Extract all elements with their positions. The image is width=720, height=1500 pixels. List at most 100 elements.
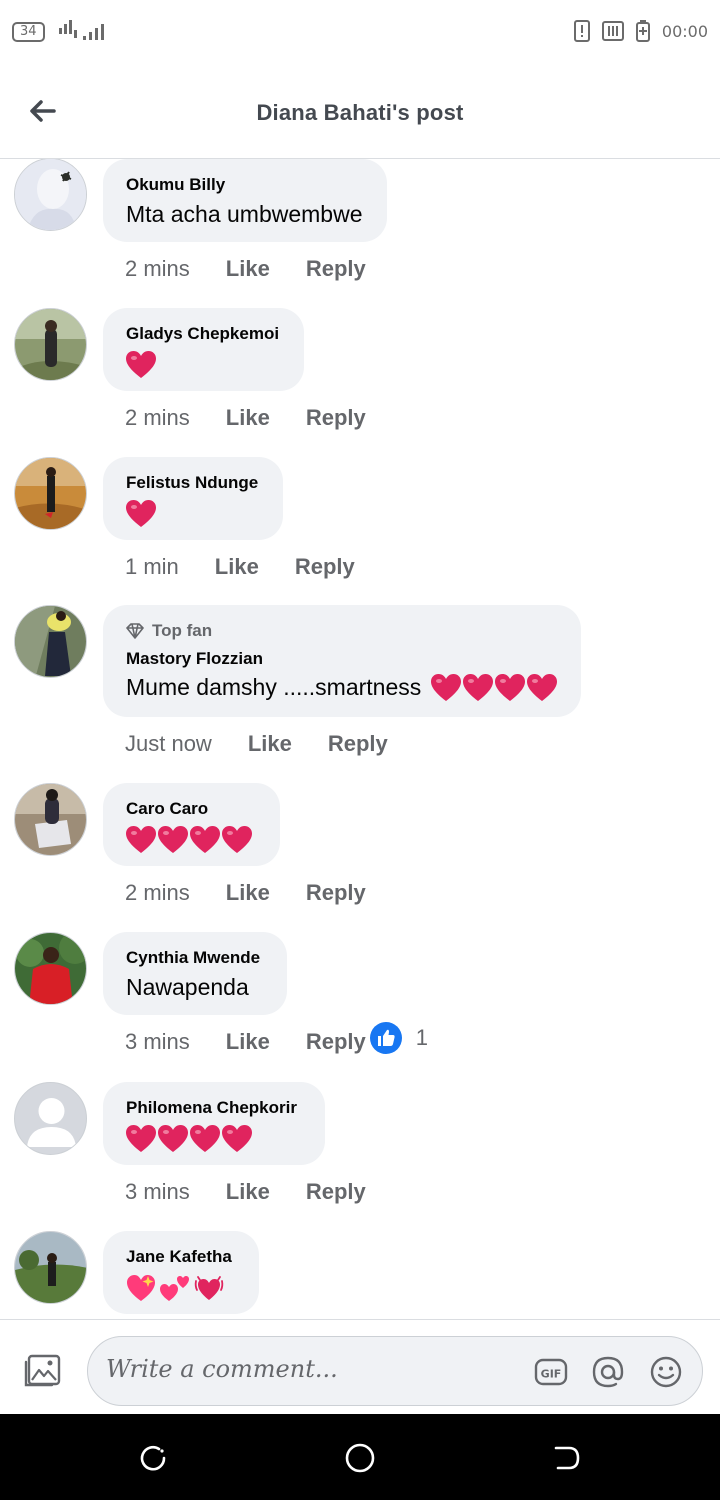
two-hearts-icon (160, 1276, 189, 1301)
heart-emojis (126, 350, 280, 380)
sparkling-heart-icon (127, 1275, 155, 1301)
comment-author[interactable]: Philomena Chepkorir (126, 1098, 301, 1118)
like-reaction-icon (369, 1022, 402, 1054)
comment-text: Mta acha umbwembwe (126, 201, 363, 227)
comment-actions: Just now Like Reply (125, 731, 424, 757)
recent-apps-icon[interactable] (137, 1442, 169, 1474)
red-heart-icon (126, 1125, 156, 1152)
like-button[interactable]: Like (226, 1179, 270, 1205)
reply-button[interactable]: Reply (306, 405, 366, 431)
avatar[interactable] (14, 1231, 87, 1304)
comment-input[interactable]: Write a comment... GIF (87, 1336, 703, 1406)
like-button[interactable]: Like (248, 731, 292, 757)
emoji-row (126, 1273, 235, 1303)
comment-time[interactable]: 1 min (125, 554, 179, 580)
red-heart-icon (431, 674, 462, 701)
comment-bubble[interactable]: Philomena Chepkorir (103, 1082, 325, 1165)
status-right: 00:00 (573, 20, 708, 42)
comment-bubble[interactable]: Cynthia Mwende Nawapenda (103, 932, 287, 1015)
comment-actions: 2 mins Like Reply (125, 256, 402, 282)
avatar[interactable] (14, 932, 87, 1005)
comment-time[interactable]: 3 mins (125, 1179, 190, 1205)
red-heart-icon (126, 351, 156, 378)
like-button[interactable]: Like (226, 256, 270, 282)
red-heart-icon (126, 500, 156, 527)
status-bar: 34 00:00 (0, 0, 720, 64)
reply-button[interactable]: Reply (328, 731, 388, 757)
red-heart-icon (222, 1125, 252, 1152)
comment-actions: 2 mins Like Reply (125, 405, 402, 431)
reply-button[interactable]: Reply (306, 1179, 366, 1205)
comment-placeholder: Write a comment... (106, 1355, 338, 1383)
alert-icon (573, 20, 590, 42)
comment-actions: 1 min Like Reply (125, 554, 391, 580)
system-nav-bar (0, 1414, 720, 1500)
comment-text: Mume damshy .....smartness (126, 674, 422, 700)
comment-author[interactable]: Cynthia Mwende (126, 948, 263, 968)
comment-author[interactable]: Jane Kafetha (126, 1247, 235, 1267)
comment-author[interactable]: Mastory Flozzian (126, 649, 557, 669)
reaction-count: 1 (415, 1025, 428, 1050)
reaction-summary[interactable]: 1 (369, 1022, 428, 1054)
comment-author[interactable]: Felistus Ndunge (126, 473, 259, 493)
beating-heart-icon (194, 1276, 224, 1300)
clock: 00:00 (661, 21, 708, 41)
post-header: Diana Bahati's post (0, 64, 720, 159)
comment-bubble[interactable]: Caro Caro (103, 783, 280, 866)
emoji-icon[interactable] (649, 1355, 683, 1389)
like-button[interactable]: Like (226, 405, 270, 431)
comment-bubble[interactable]: Okumu Billy Mta acha umbwembwe (103, 159, 387, 242)
heart-emojis (126, 825, 256, 855)
photo-icon[interactable] (24, 1354, 62, 1388)
top-fan-badge: Top fan (126, 621, 557, 641)
reply-button[interactable]: Reply (306, 256, 366, 282)
reply-button[interactable]: Reply (306, 880, 366, 906)
comment-author[interactable]: Gladys Chepkemoi (126, 324, 280, 344)
mention-icon[interactable] (591, 1355, 625, 1389)
comment-time[interactable]: 3 mins (125, 1029, 190, 1055)
comment-actions: 2 mins Like Reply (125, 880, 402, 906)
comment-bubble[interactable]: Felistus Ndunge (103, 457, 283, 540)
red-heart-icon (126, 826, 156, 853)
comment-list[interactable]: Okumu Billy Mta acha umbwembwe 2 mins Li… (0, 159, 720, 1319)
status-left: 34 (12, 20, 115, 44)
red-heart-icon (190, 1125, 220, 1152)
red-heart-icon (222, 826, 252, 853)
avatar[interactable] (14, 457, 87, 530)
reply-button[interactable]: Reply (306, 1029, 366, 1055)
like-button[interactable]: Like (215, 554, 259, 580)
vibrate-icon (601, 21, 624, 41)
red-heart-icon (158, 826, 188, 853)
svg-text:GIF: GIF (541, 1368, 562, 1381)
comment-actions: 3 mins Like Reply 1 (125, 1022, 428, 1055)
comment-time[interactable]: 2 mins (125, 405, 190, 431)
like-button[interactable]: Like (226, 1029, 270, 1055)
signal-icon (58, 20, 104, 40)
avatar[interactable] (14, 783, 87, 856)
like-button[interactable]: Like (226, 880, 270, 906)
comment-author[interactable]: Caro Caro (126, 799, 256, 819)
reply-button[interactable]: Reply (295, 554, 355, 580)
avatar[interactable] (14, 308, 87, 381)
top-fan-label: Top fan (152, 621, 213, 640)
comment-time[interactable]: 2 mins (125, 880, 190, 906)
comment-time[interactable]: 2 mins (125, 256, 190, 282)
comment-bubble[interactable]: Top fan Mastory Flozzian Mume damshy ...… (103, 605, 582, 717)
comment-bubble[interactable]: Jane Kafetha (103, 1231, 259, 1314)
back-icon[interactable] (551, 1442, 583, 1474)
red-heart-icon (527, 674, 558, 701)
home-icon[interactable] (344, 1442, 376, 1474)
comment-text: Nawapenda (126, 974, 249, 1000)
comment-composer: Write a comment... GIF (0, 1319, 720, 1414)
comment-time[interactable]: Just now (125, 731, 212, 757)
red-heart-icon (463, 674, 494, 701)
comment-bubble[interactable]: Gladys Chepkemoi (103, 308, 304, 391)
comment-author[interactable]: Okumu Billy (126, 175, 363, 195)
heart-emojis (431, 673, 558, 703)
gif-icon[interactable]: GIF (534, 1355, 568, 1389)
avatar[interactable] (14, 605, 87, 678)
heart-emojis (126, 1124, 301, 1154)
avatar[interactable] (14, 1082, 87, 1155)
battery-icon (635, 20, 650, 42)
avatar[interactable] (14, 159, 87, 231)
